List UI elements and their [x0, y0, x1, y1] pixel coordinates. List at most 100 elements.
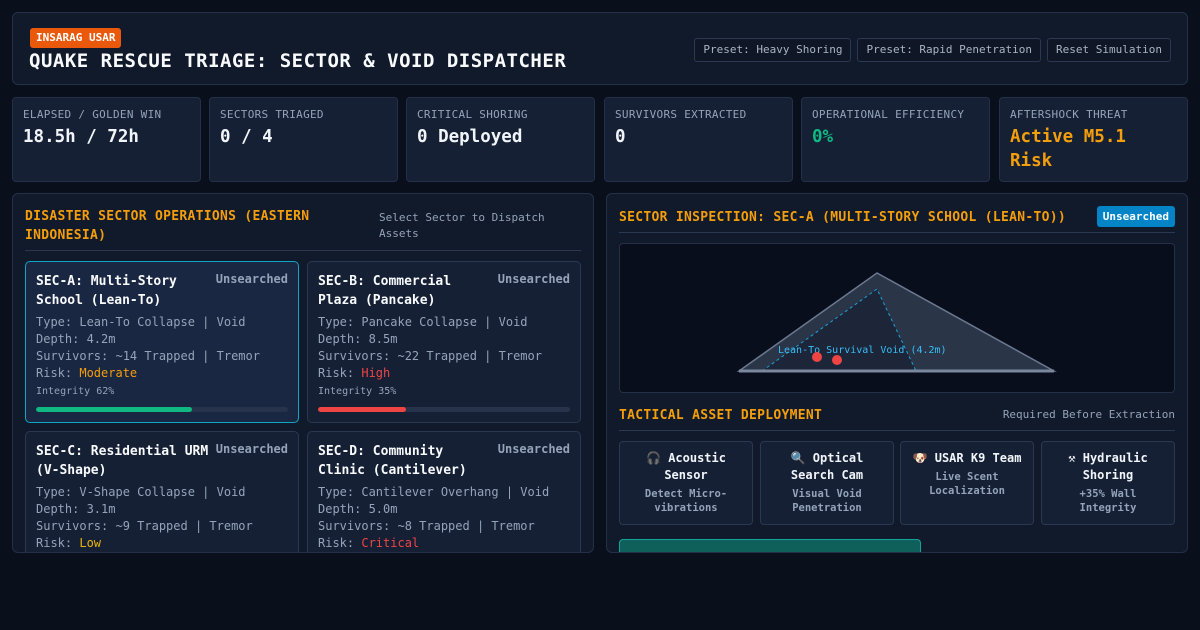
panel-title: DISASTER SECTOR OPERATIONS (EASTERN INDO… — [25, 209, 310, 243]
risk-value: Critical — [361, 536, 420, 550]
reset-simulation-button[interactable]: Reset Simulation — [1047, 38, 1171, 62]
stat-elapsed: ELAPSED / GOLDEN WIN 18.5h / 72h — [12, 97, 201, 182]
preset-heavy-shoring-button[interactable]: Preset: Heavy Shoring — [694, 38, 852, 62]
sector-name: SEC-D: Community Clinic (Cantilever) — [318, 444, 467, 478]
hammer-pick-icon: ⚒ — [1068, 451, 1076, 465]
survivor-marker[interactable] — [812, 352, 822, 362]
asset-name: ⚒ Hydraulic Shoring — [1048, 450, 1168, 484]
sector-inspection-panel: SECTOR INSPECTION: SEC-A (MULTI-STORY SC… — [606, 193, 1188, 553]
stat-label: CRITICAL SHORING — [417, 108, 528, 121]
asset-label: Acoustic Sensor — [664, 451, 726, 482]
asset-label: USAR K9 Team — [934, 451, 1022, 465]
org-badge: INSARAG USAR — [30, 28, 122, 48]
integrity-bar-fill — [318, 407, 407, 412]
sector-name: SEC-B: Commercial Plaza (Pancake) — [318, 274, 452, 308]
asset-label: Hydraulic Shoring — [1082, 451, 1148, 482]
panel-hint: Select Sector to Dispatch Assets — [379, 211, 545, 240]
divider — [619, 232, 1175, 233]
stat-aftershock-threat: AFTERSHOCK THREAT Active M5.1 Risk — [999, 97, 1188, 182]
preset-rapid-penetration-button[interactable]: Preset: Rapid Penetration — [857, 38, 1042, 62]
header-actions: Preset: Heavy Shoring Preset: Rapid Pene… — [694, 38, 1171, 62]
sector-risk: Risk: Low — [36, 535, 288, 552]
sector-operations-panel: DISASTER SECTOR OPERATIONS (EASTERN INDO… — [12, 193, 594, 553]
survivor-marker[interactable] — [832, 355, 842, 365]
stat-label: OPERATIONAL EFFICIENCY — [812, 108, 965, 121]
stat-label: SURVIVORS EXTRACTED — [615, 108, 747, 121]
sector-meta: Type: Pancake Collapse | Void Depth: 8.5… — [318, 314, 570, 382]
sector-card-sec-a[interactable]: SEC-A: Multi-Story School (Lean-To) Unse… — [25, 261, 299, 423]
integrity-bar — [318, 407, 570, 412]
sector-survivors: Survivors: ~8 Trapped | Tremor — [318, 519, 535, 533]
sector-status: Unsearched — [215, 272, 288, 286]
panel-title: SECTOR INSPECTION: SEC-A (MULTI-STORY SC… — [619, 210, 1066, 225]
stat-sectors-triaged: SECTORS TRIAGED 0 / 4 — [209, 97, 398, 182]
sector-status: Unsearched — [497, 442, 570, 456]
risk-value: Moderate — [79, 366, 138, 380]
asset-desc: Live Scent Localization — [929, 471, 1005, 497]
sector-status: Unsearched — [215, 442, 288, 456]
sector-type: Type: Lean-To Collapse | Void Depth: 4.2… — [36, 315, 246, 346]
stat-value: 0 / 4 — [220, 127, 273, 147]
sector-card-sec-c[interactable]: SEC-C: Residential URM (V-Shape) Unsearc… — [25, 431, 299, 552]
stat-label: AFTERSHOCK THREAT — [1010, 108, 1128, 121]
asset-optical-search-cam[interactable]: 🔍 Optical Search Cam Visual Void Penetra… — [760, 441, 894, 525]
sector-meta: Type: V-Shape Collapse | Void Depth: 3.1… — [36, 484, 288, 552]
risk-value: High — [361, 366, 391, 380]
risk-label: Risk: — [36, 366, 80, 380]
sector-risk: Risk: High — [318, 365, 570, 382]
collapse-visualization: Lean-To Survival Void (4.2m) — [619, 243, 1175, 393]
asset-desc: Visual Void Penetration — [792, 488, 862, 514]
extraction-button[interactable] — [619, 539, 921, 552]
sector-name: SEC-A: Multi-Story School (Lean-To) — [36, 274, 177, 308]
risk-value: Low — [79, 536, 102, 550]
integrity-bar — [36, 407, 288, 412]
asset-usar-k9-team[interactable]: 🐶 USAR K9 Team Live Scent Localization — [900, 441, 1034, 525]
assets-title: TACTICAL ASSET DEPLOYMENT — [619, 408, 823, 423]
asset-name: 🎧 Acoustic Sensor — [626, 450, 746, 484]
asset-name: 🐶 USAR K9 Team — [907, 450, 1027, 467]
void-label: Lean-To Survival Void (4.2m) — [778, 345, 947, 356]
stat-value: 0 — [615, 127, 626, 147]
asset-desc: Detect Micro-vibrations — [644, 488, 728, 514]
sector-card-sec-d[interactable]: SEC-D: Community Clinic (Cantilever) Uns… — [307, 431, 581, 552]
asset-acoustic-sensor[interactable]: 🎧 Acoustic Sensor Detect Micro-vibration… — [619, 441, 753, 525]
integrity-label: Integrity 35% — [318, 386, 397, 397]
headphones-icon: 🎧 — [646, 451, 661, 465]
status-badge: Unsearched — [1096, 206, 1175, 227]
risk-label: Risk: — [318, 536, 362, 550]
sector-risk: Risk: Critical — [318, 535, 570, 552]
stat-value: 0 Deployed — [417, 127, 523, 147]
assets-hint: Required Before Extraction — [1002, 408, 1175, 421]
stats-row: ELAPSED / GOLDEN WIN 18.5h / 72h SECTORS… — [12, 97, 1188, 182]
asset-desc: +35% Wall Integrity — [1079, 488, 1137, 514]
app-header: INSARAG USAR QUAKE RESCUE TRIAGE: SECTOR… — [12, 12, 1188, 85]
sector-meta: Type: Cantilever Overhang | Void Depth: … — [318, 484, 570, 552]
page-title: QUAKE RESCUE TRIAGE: SECTOR & VOID DISPA… — [29, 50, 567, 72]
stat-value: Active M5.1 Risk — [1010, 127, 1126, 171]
sector-survivors: Survivors: ~22 Trapped | Tremor — [318, 349, 542, 363]
sector-name: SEC-C: Residential URM (V-Shape) — [36, 444, 209, 478]
magnifier-icon: 🔍 — [790, 451, 806, 465]
collapse-diagram: Lean-To Survival Void (4.2m) — [736, 272, 1057, 373]
sector-survivors: Survivors: ~14 Trapped | Tremor — [36, 349, 260, 363]
sector-status: Unsearched — [497, 272, 570, 286]
divider — [619, 430, 1175, 431]
risk-label: Risk: — [36, 536, 80, 550]
integrity-bar-fill — [36, 407, 193, 412]
sector-meta: Type: Lean-To Collapse | Void Depth: 4.2… — [36, 314, 288, 382]
asset-name: 🔍 Optical Search Cam — [767, 450, 887, 484]
sector-card-sec-b[interactable]: SEC-B: Commercial Plaza (Pancake) Unsear… — [307, 261, 581, 423]
stat-value: 18.5h / 72h — [23, 127, 139, 147]
stat-critical-shoring: CRITICAL SHORING 0 Deployed — [406, 97, 595, 182]
sector-survivors: Survivors: ~9 Trapped | Tremor — [36, 519, 253, 533]
integrity-label: Integrity 62% — [36, 386, 115, 397]
stat-label: ELAPSED / GOLDEN WIN — [23, 108, 162, 121]
stat-operational-efficiency: OPERATIONAL EFFICIENCY 0% — [801, 97, 990, 182]
dog-icon: 🐶 — [912, 451, 928, 465]
asset-hydraulic-shoring[interactable]: ⚒ Hydraulic Shoring +35% Wall Integrity — [1041, 441, 1175, 525]
stat-label: SECTORS TRIAGED — [220, 108, 324, 121]
divider — [25, 250, 581, 251]
risk-label: Risk: — [318, 366, 362, 380]
sector-type: Type: V-Shape Collapse | Void Depth: 3.1… — [36, 485, 246, 516]
sector-risk: Risk: Moderate — [36, 365, 288, 382]
